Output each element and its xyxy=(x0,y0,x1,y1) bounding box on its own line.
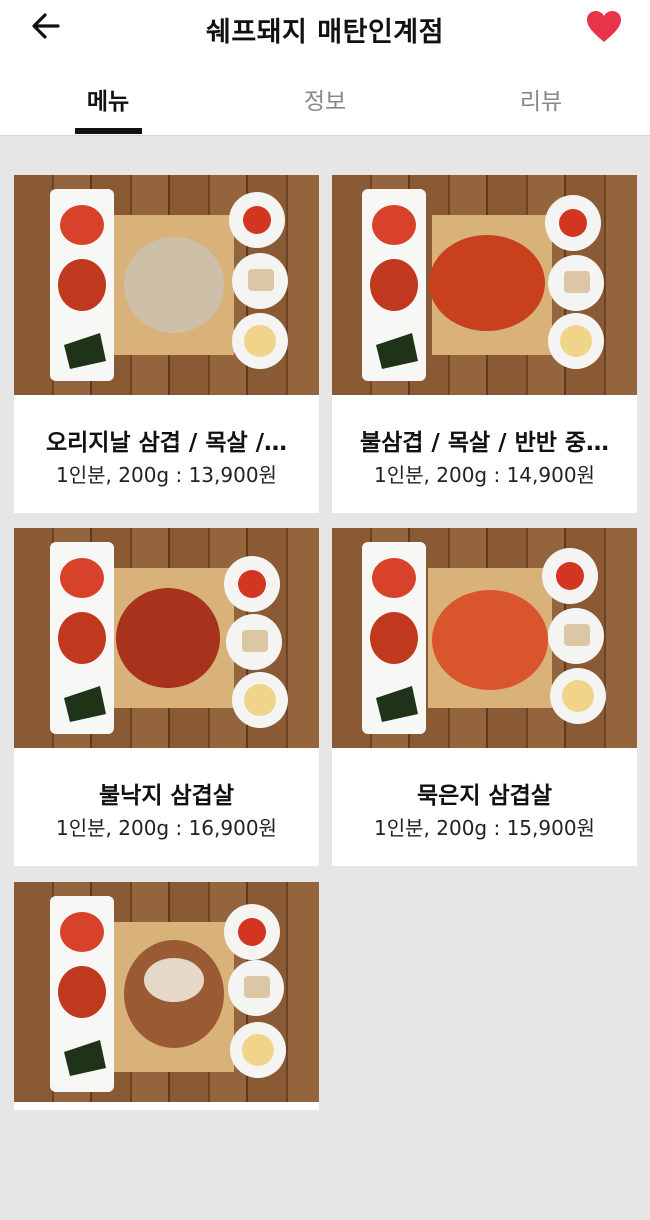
menu-meat xyxy=(124,237,224,333)
menu-card[interactable]: 오리지날 삼겹 / 목살 /… 1인분, 200g : 13,900원 xyxy=(14,175,319,513)
food-platter-image xyxy=(50,896,286,1092)
menu-caption xyxy=(14,1102,319,1220)
menu-caption: 오리지날 삼겹 / 목살 /… 1인분, 200g : 13,900원 xyxy=(14,395,319,513)
menu-meat xyxy=(432,590,548,690)
menu-name: 묵은지 삼겹살 xyxy=(417,783,552,809)
menu-caption: 묵은지 삼겹살 1인분, 200g : 15,900원 xyxy=(332,748,637,866)
menu-photo xyxy=(14,528,319,748)
menu-photo xyxy=(14,175,319,395)
active-tab-indicator xyxy=(75,128,142,134)
menu-name: 불삼겹 / 목살 / 반반 중… xyxy=(359,430,610,456)
menu-card[interactable]: 불삼겹 / 목살 / 반반 중… 1인분, 200g : 14,900원 xyxy=(332,175,637,513)
menu-card[interactable] xyxy=(14,882,319,1110)
food-platter-image xyxy=(362,542,606,734)
app-header: 쉐프돼지 매탄인계점 xyxy=(0,0,650,52)
menu-name: 불낙지 삼겹살 xyxy=(99,783,234,809)
menu-photo xyxy=(14,882,319,1102)
menu-card[interactable]: 묵은지 삼겹살 1인분, 200g : 15,900원 xyxy=(332,528,637,866)
tab-bar: 메뉴 정보 리뷰 xyxy=(0,52,650,136)
menu-price: 1인분, 200g : 16,900원 xyxy=(56,816,277,840)
menu-price: 1인분, 200g : 13,900원 xyxy=(56,463,277,487)
menu-caption: 불낙지 삼겹살 1인분, 200g : 16,900원 xyxy=(14,748,319,866)
tab-review[interactable]: 리뷰 xyxy=(481,82,601,116)
tab-menu[interactable]: 메뉴 xyxy=(48,82,168,116)
heart-icon[interactable] xyxy=(586,10,622,44)
menu-meat xyxy=(429,235,545,331)
food-platter-image xyxy=(50,542,288,734)
menu-photo xyxy=(332,175,637,395)
menu-photo xyxy=(332,528,637,748)
menu-price: 1인분, 200g : 14,900원 xyxy=(374,463,595,487)
menu-caption: 불삼겹 / 목살 / 반반 중… 1인분, 200g : 14,900원 xyxy=(332,395,637,513)
menu-card[interactable]: 불낙지 삼겹살 1인분, 200g : 16,900원 xyxy=(14,528,319,866)
food-platter-image xyxy=(362,189,604,381)
page-title: 쉐프돼지 매탄인계점 xyxy=(206,17,444,48)
food-platter-image xyxy=(50,189,288,381)
menu-price: 1인분, 200g : 15,900원 xyxy=(374,816,595,840)
menu-name: 오리지날 삼겹 / 목살 /… xyxy=(45,430,288,456)
tab-info[interactable]: 정보 xyxy=(265,82,385,116)
menu-meat xyxy=(116,588,220,688)
